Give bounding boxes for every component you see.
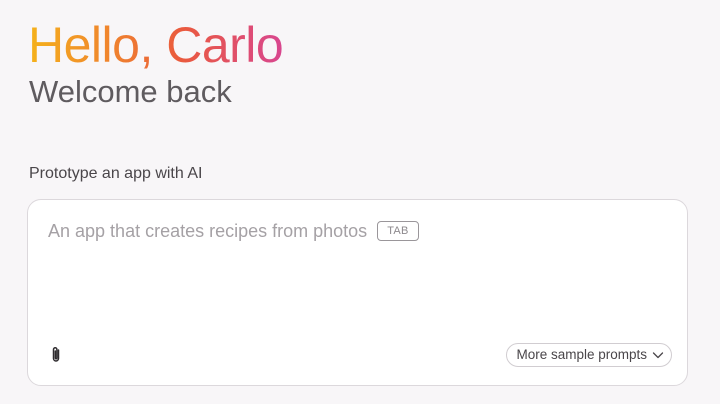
tab-key-hint: TAB xyxy=(377,221,419,241)
more-sample-prompts-button[interactable]: More sample prompts xyxy=(506,343,672,367)
prompt-input-card[interactable]: An app that creates recipes from photos … xyxy=(27,199,688,386)
greeting-title: Hello, Carlo xyxy=(28,14,284,76)
more-sample-prompts-label: More sample prompts xyxy=(516,347,647,362)
home-page: Hello, Carlo Welcome back Prototype an a… xyxy=(0,0,720,404)
welcome-subtitle: Welcome back xyxy=(29,74,232,109)
attach-button[interactable] xyxy=(48,345,64,365)
prompt-placeholder[interactable]: An app that creates recipes from photos xyxy=(48,219,367,243)
prompt-input[interactable]: An app that creates recipes from photos … xyxy=(48,219,419,243)
prompt-section-label: Prototype an app with AI xyxy=(29,165,203,182)
chevron-down-icon xyxy=(652,352,664,359)
paperclip-icon xyxy=(52,347,60,362)
